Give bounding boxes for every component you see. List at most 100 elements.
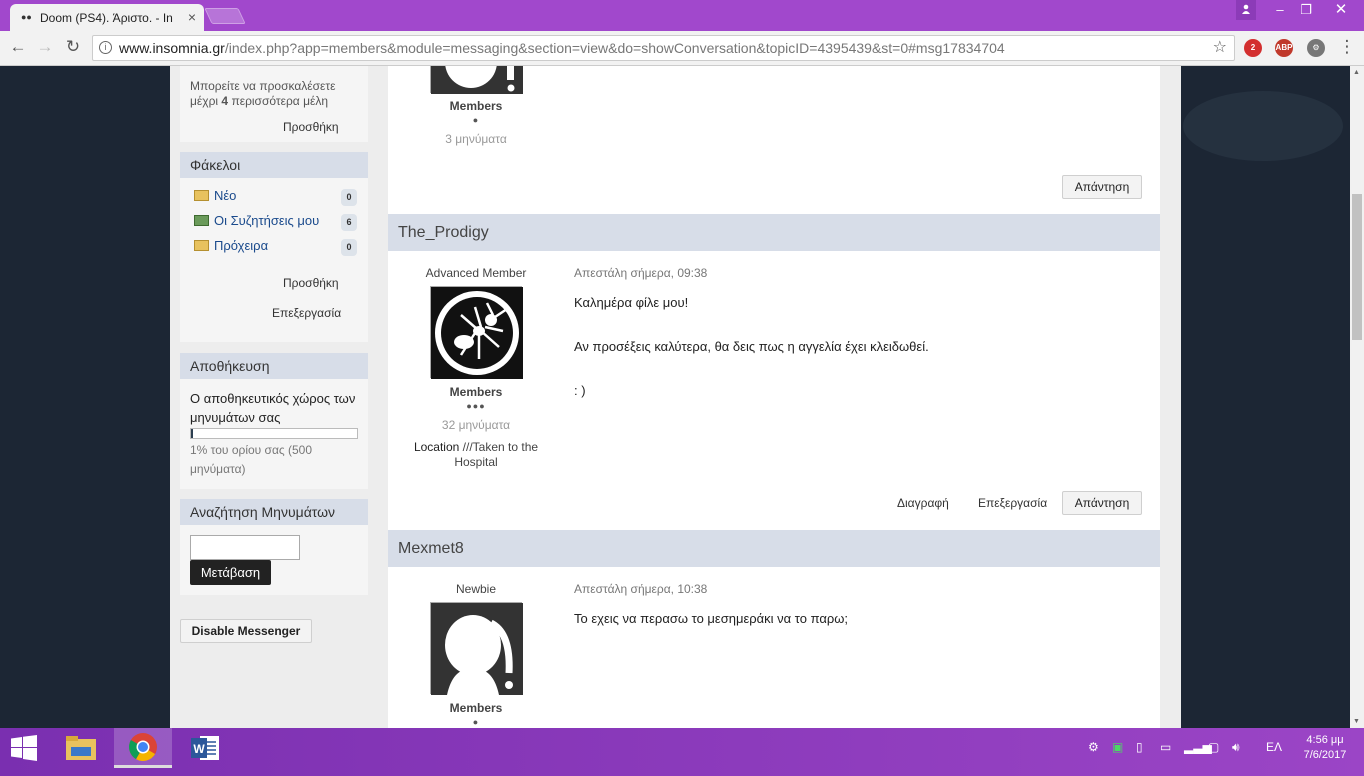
forward-icon[interactable]: → <box>33 37 57 57</box>
tab-title: Doom (PS4). Άριστο. - In <box>40 10 173 25</box>
avatar <box>430 66 523 94</box>
invite-add-link[interactable]: Προσθήκη <box>283 120 339 134</box>
tray-language[interactable]: ΕΛ <box>1266 740 1282 754</box>
svg-text:W: W <box>193 742 205 756</box>
invite-text: Μπορείτε να προσκαλέσετε μέχρι 4 περισσό… <box>190 79 336 108</box>
folder-new[interactable]: Νέο <box>194 188 236 203</box>
disable-messenger-button[interactable]: Disable Messenger <box>180 619 312 643</box>
back-icon[interactable]: ← <box>6 37 30 57</box>
background-cloud <box>1183 91 1343 161</box>
delete-link[interactable]: Διαγραφή <box>897 496 949 510</box>
reply-button[interactable]: Απάντηση <box>1062 491 1142 515</box>
post-author-bar: The_Prodigy <box>388 214 1160 251</box>
minimize-icon[interactable]: – <box>1266 0 1294 20</box>
storage-text: Ο αποθηκευτικός χώρος των μηνυμάτων σας <box>190 391 356 425</box>
vertical-scrollbar[interactable]: ▲ ▼ <box>1350 66 1364 728</box>
folder-count-badge: 0 <box>341 189 357 206</box>
storage-box: Αποθήκευση Ο αποθηκευτικός χώρος των μην… <box>180 353 368 489</box>
close-window-icon[interactable]: ✕ <box>1325 0 1357 20</box>
tab-favicon-icon: ●● <box>21 12 32 22</box>
rank-pips: ● <box>472 115 480 125</box>
restore-icon[interactable]: ❐ <box>1292 0 1320 20</box>
avatar[interactable] <box>430 286 523 379</box>
folder-my-conversations[interactable]: Οι Συζητήσεις μου <box>194 213 319 228</box>
folders-edit-link[interactable]: Επεξεργασία <box>272 306 341 320</box>
url-path: /index.php?app=members&module=messaging&… <box>224 40 1005 56</box>
rank-pips: ● <box>472 717 480 727</box>
search-box: Αναζήτηση Μηνυμάτων Μετάβαση <box>180 499 368 595</box>
tray-volume-icon[interactable]: 🔊︎ <box>1232 740 1240 755</box>
post-date: Απεστάλη σήμερα, 10:38 <box>574 582 708 596</box>
edit-link[interactable]: Επεξεργασία <box>978 496 1047 510</box>
menu-icon[interactable]: ⋮ <box>1335 37 1359 57</box>
new-tab-button[interactable] <box>204 8 246 24</box>
folder-count-badge: 6 <box>341 214 357 231</box>
post-count: 32 μηνύματα <box>441 418 511 432</box>
reload-icon[interactable]: ↻ <box>61 37 85 57</box>
storage-title: Αποθήκευση <box>180 353 368 379</box>
file-explorer-icon[interactable] <box>58 728 104 768</box>
tray-monitor-icon[interactable]: ▭ <box>1160 740 1171 754</box>
adblock-plus-icon[interactable]: ABP <box>1275 39 1293 57</box>
scroll-down-icon[interactable]: ▼ <box>1353 718 1360 725</box>
clock-date: 7/6/2017 <box>1303 749 1347 761</box>
folder-icon <box>194 240 209 251</box>
post-body-line: Καλημέρα φίλε μου! <box>574 295 689 310</box>
tray-network-icon[interactable]: ⚙ <box>1088 740 1099 754</box>
post-author-bar: Mexmet8 <box>388 530 1160 567</box>
scroll-up-icon[interactable]: ▲ <box>1353 69 1360 76</box>
post-body-line: : ) <box>574 383 586 398</box>
rank-pips: ●●● <box>466 401 486 411</box>
folders-box: Φάκελοι Νέο 0 Οι Συζητήσεις μου 6 Πρόχει… <box>180 152 368 342</box>
reply-button[interactable]: Απάντηση <box>1062 175 1142 199</box>
folder-label: Νέο <box>214 188 237 203</box>
location-value: ///Taken to the Hospital <box>454 440 539 469</box>
post-author[interactable]: The_Prodigy <box>398 224 489 241</box>
post-body-line: Το εχεις να περασω το μεσημεράκι να το π… <box>574 611 849 626</box>
location-label: Location <box>413 440 460 454</box>
extension-badge: 2 <box>1250 43 1256 52</box>
post-date: Απεστάλη σήμερα, 09:38 <box>574 266 708 280</box>
inbox-icon <box>194 215 209 226</box>
invite-box: Μπορείτε να προσκαλέσετε μέχρι 4 περισσό… <box>180 66 368 142</box>
folders-add-link[interactable]: Προσθήκη <box>283 276 339 290</box>
scrollbar-thumb[interactable] <box>1352 194 1362 340</box>
word-icon[interactable]: W <box>182 728 228 768</box>
folder-label: Οι Συζητήσεις μου <box>214 213 320 228</box>
search-title: Αναζήτηση Μηνυμάτων <box>180 499 368 525</box>
member-rank: Advanced Member <box>425 266 527 280</box>
bookmark-star-icon[interactable]: ☆ <box>1213 36 1227 60</box>
folders-title: Φάκελοι <box>180 152 368 178</box>
profile-icon[interactable] <box>1236 0 1256 20</box>
search-go-button[interactable]: Μετάβαση <box>190 560 271 585</box>
site-info-icon[interactable]: i <box>99 41 112 54</box>
tray-device-icon[interactable]: ▯ <box>1136 740 1143 754</box>
storage-progress-bar <box>190 428 358 439</box>
folder-drafts[interactable]: Πρόχειρα <box>194 238 268 253</box>
member-group: Members <box>449 701 503 715</box>
start-icon[interactable] <box>0 728 48 768</box>
default-avatar-icon <box>431 603 523 695</box>
address-bar[interactable]: i www.insomnia.gr/index.php?app=members&… <box>92 35 1235 61</box>
post-body-line: Αν προσέξεις καλύτερα, θα δεις πως η αγγ… <box>574 339 929 354</box>
settings-extension-icon[interactable]: ⚙ <box>1307 39 1325 57</box>
search-input[interactable] <box>190 535 300 560</box>
storage-progress-fill <box>191 429 193 438</box>
tab-close-icon[interactable]: × <box>188 9 196 25</box>
chrome-taskbar-button[interactable] <box>114 728 172 768</box>
tray-security-icon[interactable]: ▣ <box>1112 740 1123 754</box>
conversation-main: Members ● 3 μηνύματα Απάντηση The_Prodig… <box>388 66 1160 728</box>
content-container: Μπορείτε να προσκαλέσετε μέχρι 4 περισσό… <box>170 66 1181 728</box>
tray-clock[interactable]: 4:56 μμ 7/6/2017 <box>1294 733 1356 763</box>
extension-icon[interactable]: 2 <box>1244 39 1262 57</box>
browser-tab[interactable]: ●● Doom (PS4). Άριστο. - In × <box>10 4 204 31</box>
chrome-icon <box>129 732 157 761</box>
url-host: www.insomnia.gr <box>119 40 225 56</box>
member-group: Members <box>449 99 503 113</box>
avatar[interactable] <box>430 602 523 695</box>
post-count: 3 μηνύματα <box>445 132 507 146</box>
page-viewport: Μπορείτε να προσκαλέσετε μέχρι 4 περισσό… <box>0 66 1350 728</box>
post-author[interactable]: Mexmet8 <box>398 540 464 557</box>
folder-count-badge: 0 <box>341 239 357 256</box>
tray-battery-icon[interactable]: ▢ <box>1208 740 1219 754</box>
